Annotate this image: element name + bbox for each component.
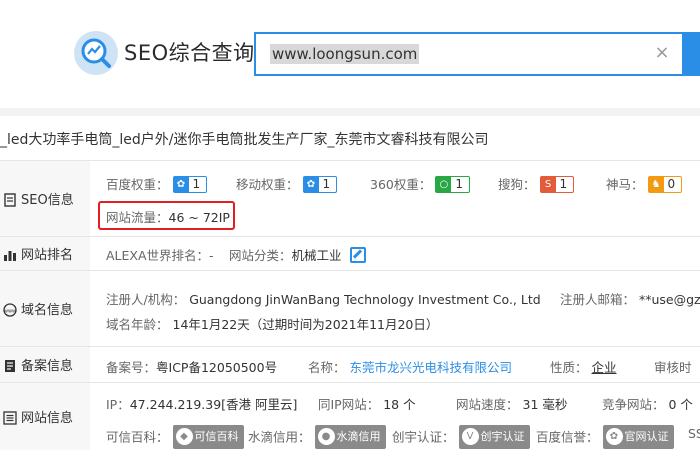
icp-name-link[interactable]: 东莞市龙兴光电科技有限公司 xyxy=(350,360,513,375)
horse-icon: ♞ xyxy=(648,177,664,192)
shield-icon: ◆ xyxy=(175,428,193,445)
domain-age: 域名年龄： 14年1月22天（过期时间为2021年11月20日） xyxy=(106,317,439,332)
icp-label: 备案信息 xyxy=(0,347,90,382)
icp-nature: 性质： 企业 xyxy=(550,360,617,375)
paw-icon: ✿ xyxy=(173,177,189,192)
kexin-baike: 可信百科： ◆ 可信百科 xyxy=(106,425,244,450)
domain-row: www 域名信息 xyxy=(0,270,700,346)
icp-nature-link[interactable]: 企业 xyxy=(592,360,617,375)
search-button[interactable] xyxy=(682,32,700,76)
www-icon: www xyxy=(3,302,17,317)
site-speed: 网站速度： 31 毫秒 xyxy=(456,397,568,412)
header: SEO综合查询 www.loongsun.com × xyxy=(0,0,700,108)
edit-icon[interactable] xyxy=(349,246,366,263)
shenma-weight: 神马： ♞ 0 xyxy=(606,174,683,194)
brand-title: SEO综合查询 xyxy=(124,41,255,65)
paw-icon: ✿ xyxy=(605,428,623,445)
competitor-sites: 竞争网站： 0 个 xyxy=(602,397,693,412)
seo-logo-icon xyxy=(74,31,118,75)
baidu-weight-badge[interactable]: ✿ 1 xyxy=(172,176,208,193)
same-ip-sites: 同IP网站： 18 个 xyxy=(318,397,416,412)
ss-cut-label: SS xyxy=(688,426,700,441)
list-icon xyxy=(3,410,17,425)
seo-info-label: SEO信息 xyxy=(0,161,90,236)
traffic-highlight-box xyxy=(98,201,235,230)
shuidi-badge[interactable]: ● 水滴信用 xyxy=(314,425,386,449)
clear-icon[interactable]: × xyxy=(652,43,672,63)
water-drop-icon: ● xyxy=(317,428,335,445)
kexin-badge[interactable]: ◆ 可信百科 xyxy=(172,425,244,449)
mobile-weight: 移动权重： ✿ 1 xyxy=(236,174,338,194)
shenma-weight-badge[interactable]: ♞ 0 xyxy=(647,176,683,193)
sogou-weight-badge[interactable]: S1 xyxy=(539,176,575,193)
alexa-rank: ALEXA世界排名：- xyxy=(106,248,214,263)
record-icon xyxy=(3,358,17,372)
sogou-weight: 搜狗： S1 xyxy=(498,174,575,194)
icp-name: 名称： 东莞市龙兴光电科技有限公司 xyxy=(308,360,513,375)
baidu-credit: 百度信誉： ✿ 官网认证 xyxy=(536,425,674,450)
document-icon xyxy=(3,192,17,207)
site-category: 网站分类：机械工业 xyxy=(229,245,366,265)
chuangyu-cert: 创宇认证： V 创宇认证 xyxy=(392,425,530,450)
shuidi-credit: 水滴信用： ● 水滴信用 xyxy=(248,425,386,450)
divider xyxy=(0,108,700,116)
search-box: www.loongsun.com × xyxy=(254,32,700,76)
site-title: _led大功率手电筒_led户外/迷你手电筒批发生产厂家_东莞市文睿科技有限公司 xyxy=(0,132,489,148)
baiduxin-badge[interactable]: ✿ 官网认证 xyxy=(602,425,674,449)
s360-weight-badge[interactable]: ○ 1 xyxy=(435,176,470,193)
search-input[interactable]: www.loongsun.com xyxy=(270,44,420,64)
site-label: 网站信息 xyxy=(0,383,90,450)
icp-number: 备案号：粤ICP备12050500号 xyxy=(106,360,278,375)
s-icon: S xyxy=(540,177,556,192)
icp-review: 审核时 xyxy=(654,360,692,375)
registrant-email: 注册人邮箱： **use@gzid xyxy=(560,292,700,307)
ip-address: IP：47.244.219.39[香港 阿里云] xyxy=(106,397,298,412)
baidu-weight: 百度权重： ✿ 1 xyxy=(106,174,208,194)
paw-icon: ✿ xyxy=(303,177,319,192)
registrant: 注册人/机构： Guangdong JinWanBang Technology … xyxy=(106,292,541,307)
v-icon: V xyxy=(461,428,479,445)
ring-icon: ○ xyxy=(436,177,452,192)
rank-label: 网站排名 xyxy=(0,237,90,270)
mobile-weight-badge[interactable]: ✿ 1 xyxy=(302,176,338,193)
svg-text:www: www xyxy=(4,308,16,314)
domain-label: www 域名信息 xyxy=(0,271,90,346)
bar-chart-icon xyxy=(3,247,17,261)
s360-weight: 360权重： ○ 1 xyxy=(370,174,470,194)
magnifier-chart-icon xyxy=(81,38,111,68)
chuangyu-badge[interactable]: V 创宇认证 xyxy=(458,425,530,449)
